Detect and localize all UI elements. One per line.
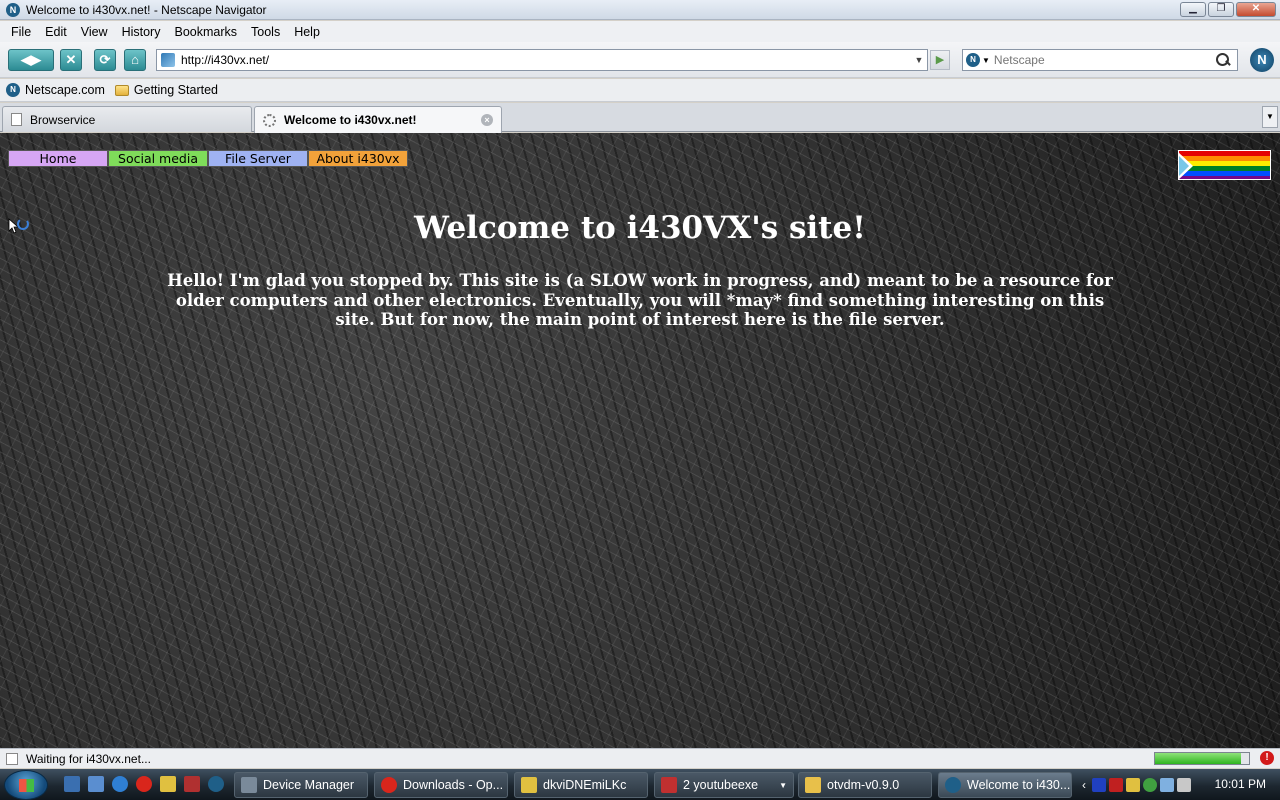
page-heading: Welcome to i430VX's site! (414, 210, 866, 246)
close-button[interactable]: ✕ (1236, 2, 1276, 17)
status-bar: Waiting for i430vx.net... (0, 748, 1280, 768)
task-otvdm[interactable]: otvdm-v0.9.0 (798, 772, 932, 798)
go-button[interactable]: ▶ (930, 50, 950, 70)
media-file-icon (521, 777, 537, 793)
lav-icon[interactable] (1126, 778, 1140, 792)
opera-icon (381, 777, 397, 793)
tab-bar: Browservice Welcome to i430vx.net! × (0, 103, 1280, 133)
site-favicon-icon (161, 53, 175, 67)
search-engine-dropdown-icon[interactable]: ▼ (982, 56, 990, 65)
status-text: Waiting for i430vx.net... (26, 751, 151, 766)
clock[interactable]: 10:01 PM (1215, 777, 1266, 791)
task-youtubeexe-group[interactable]: 2 youtubeexe ▼ (654, 772, 794, 798)
device-manager-icon (241, 777, 257, 793)
menu-view[interactable]: View (74, 25, 115, 39)
media-player-icon[interactable] (160, 776, 176, 792)
show-desktop-icon[interactable] (64, 776, 80, 792)
netscape-logo-icon: N (1250, 48, 1274, 72)
url-text[interactable]: http://i430vx.net/ (181, 53, 911, 67)
task-label: dkviDNEmiLKc (543, 778, 627, 792)
list-all-tabs-button[interactable]: ▼ (1262, 106, 1278, 128)
site-nav-file-server[interactable]: File Server (208, 150, 308, 167)
windows-logo-icon (19, 779, 34, 792)
task-netscape-welcome[interactable]: Welcome to i430... (938, 772, 1072, 798)
bookmark-netscape[interactable]: N Netscape.com (6, 83, 105, 97)
task-group-dropdown-icon[interactable]: ▼ (779, 781, 787, 790)
site-nav-about[interactable]: About i430vx (308, 150, 408, 167)
task-label: 2 youtubeexe (683, 778, 759, 792)
title-bar: N Welcome to i430vx.net! - Netscape Navi… (0, 0, 1280, 20)
bookmark-getting-started[interactable]: Getting Started (114, 83, 218, 97)
task-device-manager[interactable]: Device Manager (234, 772, 368, 798)
site-navigation: Home Social media File Server About i430… (8, 150, 408, 167)
menu-tools[interactable]: Tools (244, 25, 287, 39)
network-icon[interactable] (1160, 778, 1174, 792)
bluetooth-icon[interactable] (1092, 778, 1106, 792)
tab-welcome[interactable]: Welcome to i430vx.net! × (254, 106, 502, 133)
minimize-button[interactable]: ▁ (1180, 2, 1206, 17)
progress-fill (1155, 753, 1242, 764)
volume-muted-icon[interactable] (1177, 778, 1191, 792)
start-button[interactable] (4, 770, 48, 800)
menu-history[interactable]: History (115, 25, 168, 39)
bookmark-label: Netscape.com (25, 83, 105, 97)
site-nav-social-media[interactable]: Social media (108, 150, 208, 167)
search-box[interactable]: N ▼ (962, 49, 1238, 71)
tab-close-icon[interactable]: × (481, 114, 493, 126)
search-icon[interactable] (1215, 52, 1231, 68)
netscape-app-icon: N (6, 2, 20, 17)
home-button[interactable]: ⌂ (124, 48, 146, 71)
menu-bar: File Edit View History Bookmarks Tools H… (0, 21, 1280, 42)
menu-file[interactable]: File (4, 25, 38, 39)
web-content: Home Social media File Server About i430… (0, 133, 1280, 748)
stop-button[interactable]: ✕ (60, 48, 82, 71)
maximize-button[interactable]: ❐ (1208, 2, 1234, 17)
task-downloads-opera[interactable]: Downloads - Op... (374, 772, 508, 798)
reload-button[interactable]: ⟳ (94, 48, 116, 71)
app-quicklaunch-icon[interactable] (184, 776, 200, 792)
task-label: otvdm-v0.9.0 (827, 778, 900, 792)
menu-bookmarks[interactable]: Bookmarks (167, 25, 244, 39)
task-label: Welcome to i430... (967, 778, 1071, 792)
alert-icon[interactable]: ! (1260, 751, 1274, 765)
bookmark-label: Getting Started (133, 83, 218, 97)
task-label: Downloads - Op... (403, 778, 504, 792)
internet-explorer-icon[interactable] (112, 776, 128, 792)
task-label: Device Manager (263, 778, 355, 792)
pride-flag-image (1178, 150, 1271, 180)
status-page-icon (6, 752, 18, 765)
url-dropdown-icon[interactable]: ▼ (911, 55, 927, 65)
search-input[interactable] (993, 53, 1215, 67)
bookmarks-toolbar: N Netscape.com Getting Started (0, 79, 1280, 102)
flag-chevron-inner (1179, 154, 1189, 178)
navigation-toolbar: ◀▶ ✕ ⟳ ⌂ http://i430vx.net/ ▼ ▶ N ▼ (0, 42, 1280, 78)
loading-spinner-icon (263, 113, 276, 127)
opera-icon[interactable] (136, 776, 152, 792)
tray-green-icon[interactable] (1143, 778, 1157, 792)
task-dkvidnemilkc[interactable]: dkviDNEmiLKc (514, 772, 648, 798)
page-icon (11, 113, 22, 126)
tab-label: Browservice (30, 112, 96, 127)
tab-label: Welcome to i430vx.net! (284, 113, 417, 127)
loading-progress-bar (1154, 752, 1250, 765)
youtube-app-icon (661, 777, 677, 793)
menu-help[interactable]: Help (287, 25, 327, 39)
tray-app-icon[interactable] (1109, 778, 1123, 792)
menu-edit[interactable]: Edit (38, 25, 74, 39)
window-title: Welcome to i430vx.net! - Netscape Naviga… (26, 2, 267, 17)
folder-icon (805, 777, 821, 793)
address-bar[interactable]: http://i430vx.net/ ▼ (156, 49, 928, 71)
switch-windows-icon[interactable] (88, 776, 104, 792)
netscape-icon: N (6, 83, 20, 97)
netscape-quicklaunch-icon[interactable] (208, 776, 224, 792)
back-forward-button[interactable]: ◀▶ (8, 48, 54, 71)
folder-icon (114, 84, 129, 96)
show-hidden-icons-icon[interactable]: ‹ (1082, 778, 1086, 792)
tab-browservice[interactable]: Browservice (2, 106, 252, 132)
site-nav-home[interactable]: Home (8, 150, 108, 167)
intro-paragraph: Hello! I'm glad you stopped by. This sit… (167, 271, 1113, 329)
search-engine-icon[interactable]: N (966, 53, 980, 67)
netscape-icon (945, 777, 961, 793)
